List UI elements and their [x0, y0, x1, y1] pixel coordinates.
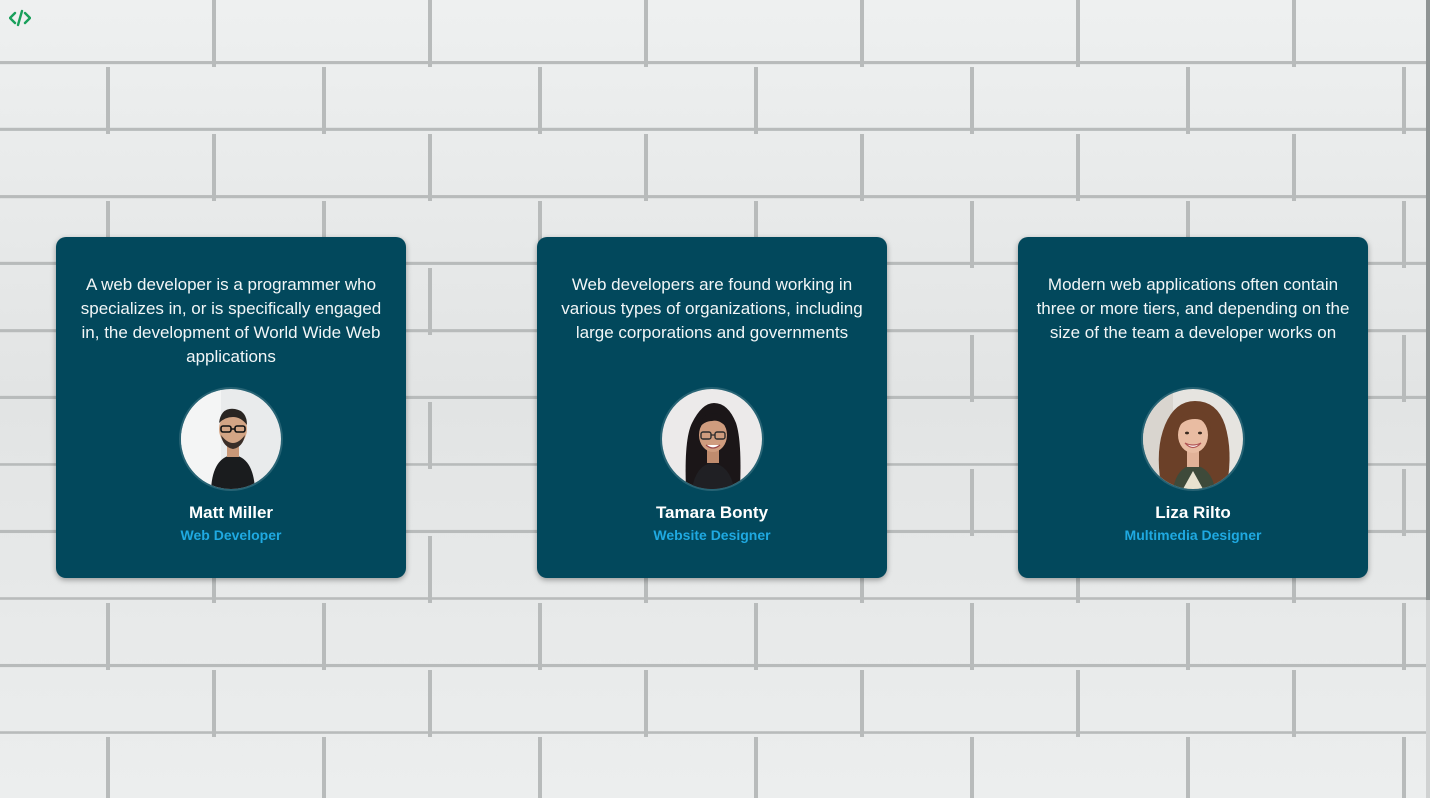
testimonial-quote: Web developers are found working in vari…	[561, 275, 863, 342]
testimonial-card: Modern web applications often contain th…	[1018, 237, 1368, 578]
scrollbar-thumb[interactable]	[1426, 0, 1430, 600]
person-role: Multimedia Designer	[1124, 527, 1262, 543]
person-name: Tamara Bonty	[655, 503, 769, 522]
woman-with-glasses-avatar	[662, 389, 762, 489]
person-role: Web Developer	[180, 527, 282, 543]
code-brackets-icon[interactable]	[8, 9, 32, 27]
scrollbar[interactable]	[1426, 0, 1430, 798]
man-with-glasses-avatar	[181, 389, 281, 489]
woman-curly-hair-avatar	[1143, 389, 1243, 489]
person-name: Matt Miller	[188, 503, 274, 522]
person-name: Liza Rilto	[1155, 503, 1231, 522]
testimonial-card: Web developers are found working in vari…	[537, 237, 887, 578]
person-role: Website Designer	[653, 527, 771, 543]
testimonial-quote: Modern web applications often contain th…	[1036, 275, 1350, 342]
testimonial-quote: A web developer is a programmer who spec…	[80, 275, 382, 366]
testimonial-card: A web developer is a programmer who spec…	[56, 237, 406, 578]
testimonial-cards: A web developer is a programmer who spec…	[56, 237, 1368, 578]
